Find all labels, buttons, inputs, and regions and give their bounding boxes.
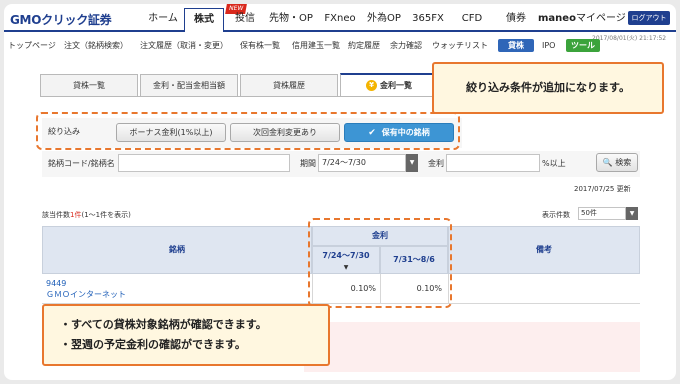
rate-input[interactable] (446, 154, 540, 172)
nav-fxneo[interactable]: FXneo (318, 8, 362, 30)
stock-code[interactable]: 9449 (46, 278, 308, 289)
chevron-down-icon[interactable]: ▼ (406, 154, 418, 172)
subnav-tools-badge[interactable]: ツール (566, 39, 600, 52)
nav-365fx[interactable]: 365FX (406, 8, 450, 30)
code-label: 銘柄コード/銘柄名 (48, 159, 115, 168)
coin-icon: ¥ (366, 80, 377, 91)
notice-area (304, 322, 640, 372)
result-number: 1件 (70, 211, 82, 219)
rate-label: 金利 (428, 159, 444, 168)
tab-lending-list[interactable]: 貸株一覧 (40, 74, 138, 96)
tab-lending-history[interactable]: 貸株履歴 (240, 74, 338, 96)
subnav-order[interactable]: 注文（銘柄検索） (64, 38, 128, 54)
callout-filter-added: 絞り込み条件が追加になります。 (432, 62, 664, 114)
search-button[interactable]: 🔍 検索 (596, 153, 638, 172)
callout-text: 絞り込み条件が追加になります。 (466, 81, 630, 94)
callout-line-2: ・翌週の予定金利の確認ができます。 (60, 338, 246, 351)
nav-fx-options[interactable]: 外為OP (362, 8, 406, 30)
rate-suffix: %以上 (542, 159, 566, 168)
nav-home[interactable]: ホーム (142, 8, 184, 30)
period-label: 期間 (300, 159, 316, 168)
nav-maneo[interactable]: maneo (538, 8, 576, 30)
result-count: 該当件数1件(1～1件を表示) (42, 210, 131, 220)
tab-label: 金利一覧 (380, 81, 412, 90)
tab-interest-list[interactable]: ¥ 金利一覧 (340, 73, 438, 96)
update-date: 2017/07/25 更新 (574, 185, 631, 193)
tab-label: 金利・配当金相当額 (153, 81, 225, 90)
table-row-stock[interactable]: 9449 ＧＭＯインターネット (42, 274, 312, 304)
subnav-margin[interactable]: 信用建玉一覧 (292, 38, 340, 54)
highlight-filter (36, 112, 460, 150)
subnav-watchlist[interactable]: ウォッチリスト (432, 38, 488, 54)
chevron-down-icon[interactable]: ▼ (626, 207, 638, 220)
stock-name[interactable]: ＧＭＯインターネット (46, 289, 308, 300)
subnav-lending-badge[interactable]: 貸株 (498, 39, 534, 52)
code-input[interactable] (118, 154, 290, 172)
subnav-holdings[interactable]: 保有株一覧 (240, 38, 280, 54)
subnav-order-history[interactable]: 注文履歴（取消・変更） (140, 38, 228, 54)
nav-mypage[interactable]: マイページ (576, 8, 626, 30)
tab-label: 貸株一覧 (73, 81, 105, 90)
nav-funds[interactable]: 投信 (226, 8, 264, 30)
tab-interest-dividend[interactable]: 金利・配当金相当額 (140, 74, 238, 96)
callout-features: ・すべての貸株対象銘柄が確認できます。 ・翌週の予定金利の確認ができます。 (42, 304, 330, 366)
period-select[interactable]: 7/24～7/30 (318, 154, 406, 172)
top-nav: GMOクリック証券 ホーム 株式 NEW 投信 先物・OP FXneo 外為OP… (4, 4, 676, 32)
per-page-label: 表示件数 (542, 211, 570, 219)
table-cell-note (448, 274, 640, 304)
nav-futures[interactable]: 先物・OP (266, 8, 316, 30)
result-prefix: 該当件数 (42, 211, 70, 219)
search-icon: 🔍 (602, 158, 613, 167)
callout-line-1: ・すべての貸株対象銘柄が確認できます。 (60, 318, 267, 331)
server-time: 2017/08/01(火) 21:17:52 (592, 35, 667, 42)
search-label: 検索 (615, 158, 632, 167)
result-suffix: (1～1件を表示) (81, 211, 131, 219)
tab-label: 貸株履歴 (273, 81, 305, 90)
per-page-select[interactable]: 50件 (578, 207, 626, 220)
app-window: GMOクリック証券 ホーム 株式 NEW 投信 先物・OP FXneo 外為OP… (4, 4, 676, 380)
highlight-rate-columns (308, 218, 452, 308)
col-stock: 銘柄 (42, 226, 312, 274)
subnav-ipo[interactable]: IPO (542, 38, 555, 54)
subnav-capacity[interactable]: 余力確認 (390, 38, 422, 54)
subnav-top[interactable]: トップページ (8, 38, 56, 54)
logout-button[interactable]: ログアウト (628, 11, 670, 25)
nav-bonds[interactable]: 債券 (494, 8, 538, 30)
nav-cfd[interactable]: CFD (450, 8, 494, 30)
col-note: 備考 (448, 226, 640, 274)
brand-logo[interactable]: GMOクリック証券 (10, 11, 112, 28)
subnav-executions[interactable]: 約定履歴 (348, 38, 380, 54)
nav-stocks[interactable]: 株式 (184, 8, 224, 32)
